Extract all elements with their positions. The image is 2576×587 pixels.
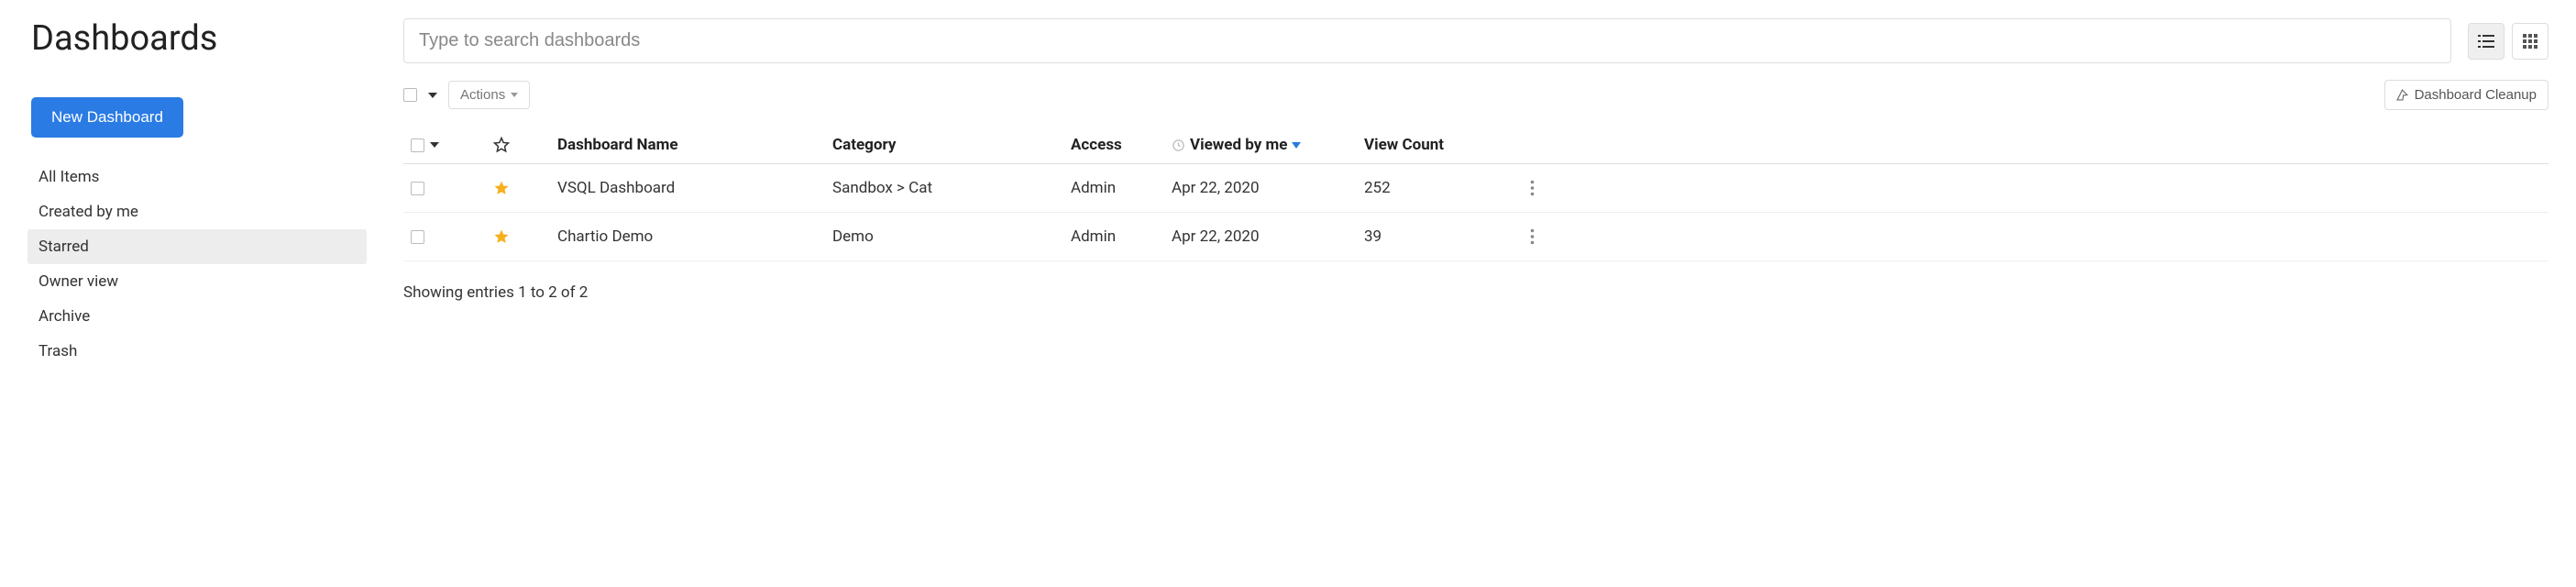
view-toggle xyxy=(2468,23,2548,60)
row-checkbox[interactable] xyxy=(411,182,424,195)
sidebar-item-all-items[interactable]: All Items xyxy=(28,160,367,194)
cell-viewed: Apr 22, 2020 xyxy=(1172,227,1355,246)
table-row: Chartio Demo Demo Admin Apr 22, 2020 39 xyxy=(403,213,2548,261)
cell-access: Admin xyxy=(1071,227,1162,246)
column-viewed-label: Viewed by me xyxy=(1190,136,1287,154)
dashboard-cleanup-button[interactable]: Dashboard Cleanup xyxy=(2384,80,2548,110)
sidebar-item-starred[interactable]: Starred xyxy=(28,229,367,264)
actions-dropdown[interactable]: Actions xyxy=(448,81,530,109)
grid-icon xyxy=(2523,34,2537,49)
cell-view-count: 39 xyxy=(1364,227,1492,246)
cell-category: Demo xyxy=(832,227,1062,246)
entries-count: Showing entries 1 to 2 of 2 xyxy=(403,283,2548,302)
caret-down-icon xyxy=(511,93,518,97)
page-title: Dashboards xyxy=(28,18,367,59)
dashboard-table: Dashboard Name Category Access Viewed by… xyxy=(403,127,2548,261)
list-icon xyxy=(2478,35,2494,48)
page-root: Dashboards New Dashboard All Items Creat… xyxy=(0,0,2576,387)
actions-label: Actions xyxy=(460,87,505,103)
star-toggle[interactable] xyxy=(493,180,548,196)
sidebar-item-trash[interactable]: Trash xyxy=(28,334,367,369)
cell-name[interactable]: Chartio Demo xyxy=(557,227,823,246)
header-select xyxy=(411,138,447,152)
cell-category: Sandbox > Cat xyxy=(832,179,1062,197)
header-sort-caret[interactable] xyxy=(430,142,439,148)
sort-desc-icon xyxy=(1292,142,1301,149)
list-view-button[interactable] xyxy=(2468,23,2504,60)
column-dashboard-name[interactable]: Dashboard Name xyxy=(557,136,823,154)
header-checkbox[interactable] xyxy=(411,138,424,152)
star-column-header[interactable] xyxy=(493,137,548,153)
sidebar-nav: All Items Created by me Starred Owner vi… xyxy=(28,160,367,369)
sidebar-item-created-by-me[interactable]: Created by me xyxy=(28,194,367,229)
sidebar: Dashboards New Dashboard All Items Creat… xyxy=(28,18,367,369)
table-row: VSQL Dashboard Sandbox > Cat Admin Apr 2… xyxy=(403,164,2548,213)
row-more-menu[interactable] xyxy=(1530,228,1538,245)
cursor-arrow-icon xyxy=(2396,89,2408,101)
grid-view-button[interactable] xyxy=(2512,23,2548,60)
main-content: Actions Dashboard Cleanup xyxy=(403,18,2548,369)
column-access[interactable]: Access xyxy=(1071,136,1162,154)
cell-view-count: 252 xyxy=(1364,179,1492,197)
cleanup-label: Dashboard Cleanup xyxy=(2415,87,2537,103)
search-input[interactable] xyxy=(403,18,2451,63)
toolbar: Actions Dashboard Cleanup xyxy=(403,80,2548,110)
column-category[interactable]: Category xyxy=(832,136,1062,154)
star-toggle[interactable] xyxy=(493,228,548,245)
column-viewed-by-me[interactable]: Viewed by me xyxy=(1172,136,1355,154)
cell-access: Admin xyxy=(1071,179,1162,197)
new-dashboard-button[interactable]: New Dashboard xyxy=(31,97,183,138)
column-view-count[interactable]: View Count xyxy=(1364,136,1492,154)
select-all-dropdown[interactable] xyxy=(428,93,437,98)
cell-viewed: Apr 22, 2020 xyxy=(1172,179,1355,197)
sidebar-item-owner-view[interactable]: Owner view xyxy=(28,264,367,299)
sidebar-item-archive[interactable]: Archive xyxy=(28,299,367,334)
topbar xyxy=(403,18,2548,63)
table-header: Dashboard Name Category Access Viewed by… xyxy=(403,127,2548,164)
cell-name[interactable]: VSQL Dashboard xyxy=(557,179,823,197)
clock-icon xyxy=(1172,138,1185,152)
row-more-menu[interactable] xyxy=(1530,180,1538,196)
row-checkbox[interactable] xyxy=(411,230,424,244)
select-all-checkbox[interactable] xyxy=(403,88,417,102)
